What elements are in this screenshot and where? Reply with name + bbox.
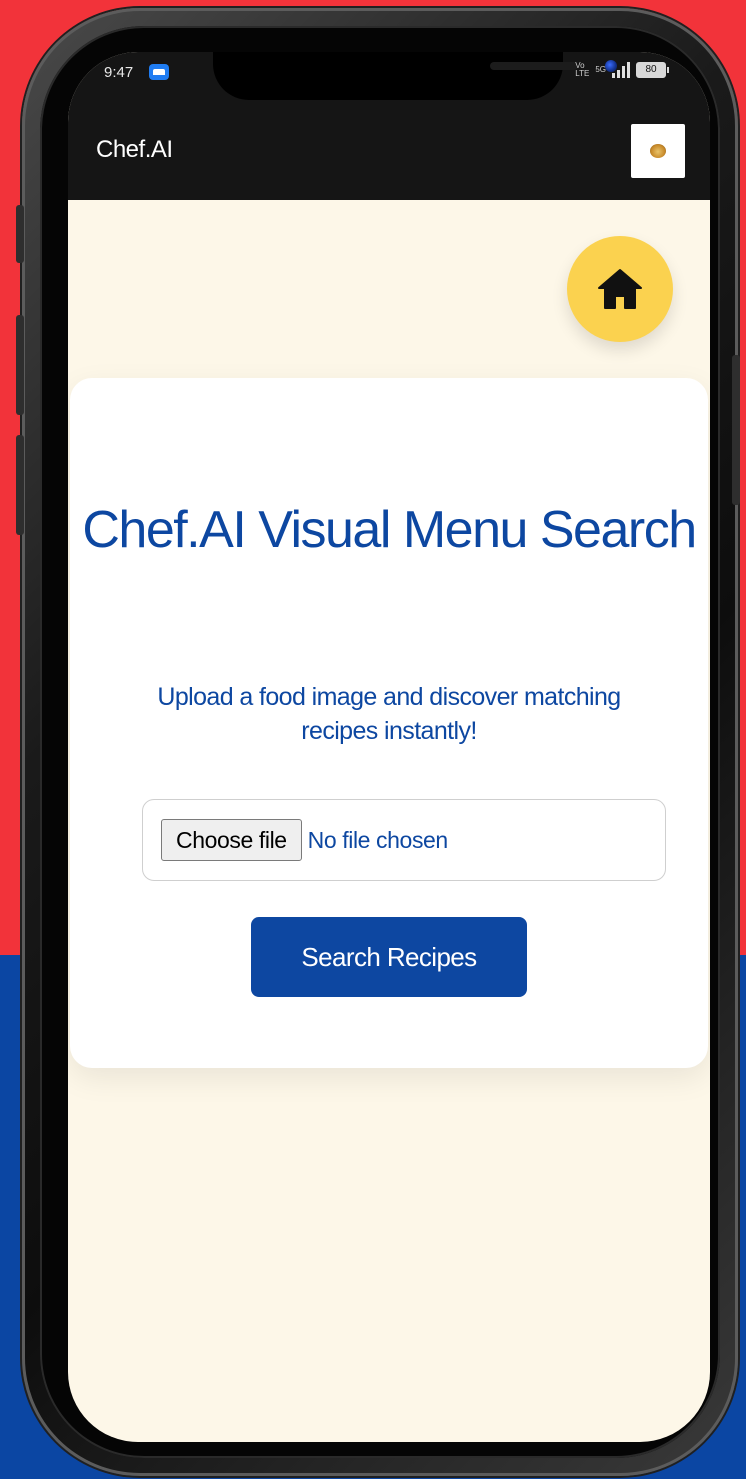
status-indicators: Vo LTE 5G 80 [575, 61, 669, 78]
phone-volume-down-button [16, 435, 24, 535]
notch [213, 52, 617, 100]
phone-action-button [16, 205, 24, 263]
home-button[interactable] [567, 236, 673, 342]
search-card: Chef.AI Visual Menu Search Upload a food… [70, 378, 708, 1068]
file-status-text: No file chosen [307, 826, 449, 853]
phone-screen: 9:47 Vo LTE 5G 80 Chef.AI Chef.AI Visual… [68, 52, 710, 1442]
avatar-image [650, 144, 666, 158]
search-recipes-button[interactable]: Search Recipes [251, 917, 527, 997]
choose-file-button[interactable]: Choose file [161, 819, 302, 861]
home-icon [598, 269, 642, 309]
volte-label: Vo LTE [575, 61, 590, 78]
page-subtitle: Upload a food image and discover matchin… [157, 683, 621, 745]
speaker-grille [490, 62, 578, 70]
phone-power-button [732, 355, 740, 505]
file-upload-field[interactable]: Choose file No file chosen [142, 799, 666, 881]
network-type: 5G [595, 65, 606, 74]
backdrop: 9:47 Vo LTE 5G 80 Chef.AI Chef.AI Visual… [0, 0, 746, 1479]
signal-icon [612, 62, 630, 78]
phone-volume-up-button [16, 315, 24, 415]
battery-icon: 80 [636, 62, 669, 78]
page-title: Chef.AI Visual Menu Search [82, 501, 697, 559]
profile-avatar[interactable] [631, 124, 685, 178]
status-time: 9:47 [104, 64, 134, 81]
top-bar: 9:47 Vo LTE 5G 80 Chef.AI [68, 52, 710, 200]
app-title: Chef.AI [96, 136, 173, 163]
notification-app-icon [149, 64, 169, 80]
